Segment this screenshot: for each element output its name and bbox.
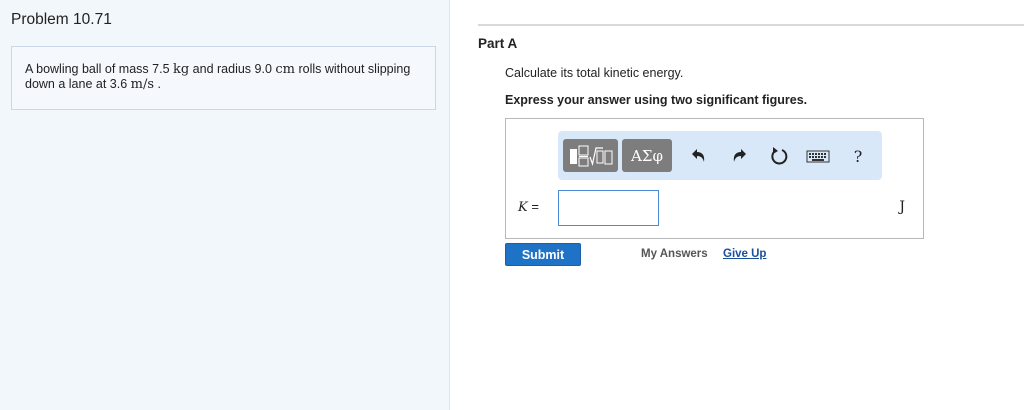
answer-equals: =: [527, 199, 539, 214]
problem-statement: A bowling ball of mass 7.5 kg and radius…: [11, 46, 436, 110]
problem-text-1: A bowling ball of mass 7.5: [25, 62, 173, 76]
undo-button[interactable]: [686, 143, 712, 169]
answer-variable-label: K =: [518, 199, 539, 215]
answer-box: ΑΣφ ? K = J: [505, 118, 924, 239]
undo-icon: [692, 149, 705, 162]
reset-button[interactable]: [766, 143, 792, 169]
answer-variable: K: [518, 200, 528, 215]
greek-symbols-icon: ΑΣφ: [631, 146, 663, 165]
answer-input[interactable]: [558, 190, 659, 226]
problem-panel: Problem 10.71 A bowling ball of mass 7.5…: [0, 0, 450, 410]
instruction-text: Express your answer using two significan…: [505, 93, 808, 107]
radius-unit: cm: [275, 62, 295, 77]
templates-button[interactable]: [563, 139, 618, 172]
mass-unit: kg: [173, 62, 190, 77]
part-panel: Part A Calculate its total kinetic energ…: [451, 0, 1024, 410]
keyboard-button[interactable]: [805, 143, 831, 169]
my-answers-link[interactable]: My Answers: [641, 248, 708, 260]
give-up-link[interactable]: Give Up: [723, 248, 766, 260]
greek-symbols-button[interactable]: ΑΣφ: [622, 139, 672, 172]
question-text: Calculate its total kinetic energy.: [505, 66, 684, 80]
problem-title: Problem 10.71: [11, 11, 112, 28]
keyboard-icon: [806, 150, 830, 163]
help-icon: ?: [853, 146, 863, 166]
templates-icon: [569, 145, 612, 166]
reset-icon: [771, 147, 788, 165]
part-label[interactable]: Part A: [478, 36, 517, 51]
speed-unit: m/s: [130, 77, 155, 92]
math-toolbar: ΑΣφ ?: [558, 131, 882, 180]
redo-icon: [733, 149, 746, 162]
problem-text-4: .: [154, 77, 161, 91]
submit-button[interactable]: Submit: [505, 243, 581, 266]
help-button[interactable]: ?: [845, 143, 871, 169]
problem-text-2: and radius 9.0: [189, 62, 276, 76]
redo-button[interactable]: [726, 143, 752, 169]
answer-unit: J: [899, 199, 905, 215]
part-divider: [478, 24, 1024, 26]
